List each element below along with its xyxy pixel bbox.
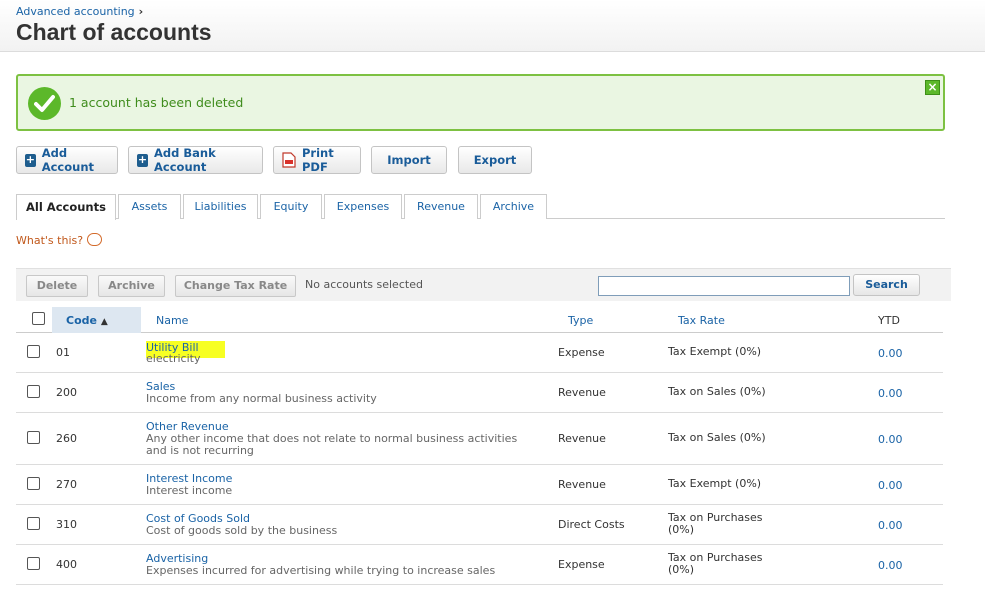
account-type: Revenue: [558, 478, 606, 491]
page-title: Chart of accounts: [16, 19, 212, 45]
table-row: 310 Cost of Goods Sold Cost of goods sol…: [16, 505, 943, 545]
account-ytd-link[interactable]: 0.00: [878, 519, 903, 532]
import-button[interactable]: Import: [371, 146, 447, 174]
row-checkbox[interactable]: [27, 477, 40, 490]
account-ytd-link[interactable]: 0.00: [878, 559, 903, 572]
banner-message: 1 account has been deleted: [69, 95, 244, 110]
row-checkbox[interactable]: [27, 385, 40, 398]
change-tax-rate-button[interactable]: Change Tax Rate: [175, 275, 296, 297]
account-code: 270: [56, 478, 77, 491]
select-all-checkbox[interactable]: [32, 312, 45, 325]
row-checkbox[interactable]: [27, 517, 40, 530]
column-code[interactable]: Code ▲: [66, 314, 108, 327]
checkmark-icon: [28, 87, 61, 120]
action-bar: Delete Archive Change Tax Rate No accoun…: [16, 268, 951, 301]
table-row: 260 Other Revenue Any other income that …: [16, 413, 943, 465]
sort-ascending-icon: ▲: [100, 317, 108, 327]
account-ytd-link[interactable]: 0.00: [878, 433, 903, 446]
account-tax-rate: Tax Exempt (0%): [668, 477, 762, 490]
account-code: 400: [56, 558, 77, 571]
account-tax-rate: Tax on Sales (0%): [668, 431, 766, 444]
selection-status: No accounts selected: [305, 278, 423, 291]
account-type: Expense: [558, 558, 605, 571]
account-ytd-link[interactable]: 0.00: [878, 387, 903, 400]
account-description: Any other income that does not relate to…: [146, 432, 518, 457]
print-pdf-button[interactable]: Print PDF: [273, 146, 361, 174]
account-description: electricity: [146, 352, 201, 365]
account-description: Cost of goods sold by the business: [146, 524, 338, 537]
tab-archive[interactable]: Archive: [480, 194, 547, 219]
tab-all-accounts[interactable]: All Accounts: [16, 194, 116, 220]
speech-bubble-icon: [87, 233, 103, 246]
account-code: 01: [56, 346, 70, 359]
column-name[interactable]: Name: [156, 314, 188, 327]
account-ytd-link[interactable]: 0.00: [878, 479, 903, 492]
breadcrumb-link[interactable]: Advanced accounting: [16, 5, 135, 18]
account-ytd-link[interactable]: 0.00: [878, 347, 903, 360]
export-button[interactable]: Export: [458, 146, 532, 174]
account-code: 260: [56, 432, 77, 445]
success-banner: 1 account has been deleted ×: [16, 74, 945, 131]
whats-this-link[interactable]: What's this?: [16, 231, 103, 247]
plus-icon: +: [25, 152, 36, 167]
account-type: Direct Costs: [558, 518, 625, 531]
column-type[interactable]: Type: [568, 314, 593, 327]
account-description: Expenses incurred for advertising while …: [146, 564, 496, 577]
account-description: Income from any normal business activity: [146, 392, 377, 405]
tab-assets[interactable]: Assets: [118, 194, 181, 219]
column-ytd: YTD: [878, 314, 900, 327]
add-bank-account-button[interactable]: + Add Bank Account: [128, 146, 263, 174]
table-row: 01 Utility Bill electricity Expense Tax …: [16, 333, 943, 373]
column-tax-rate[interactable]: Tax Rate: [678, 314, 725, 327]
delete-button[interactable]: Delete: [26, 275, 88, 297]
table-row: 270 Interest Income Interest income Reve…: [16, 465, 943, 505]
account-code: 200: [56, 386, 77, 399]
account-type: Expense: [558, 346, 605, 359]
account-tax-rate: Tax on Sales (0%): [668, 385, 766, 398]
chevron-right-icon: ›: [138, 5, 144, 18]
account-type: Revenue: [558, 432, 606, 445]
account-tabs: All Accounts Assets Liabilities Equity E…: [16, 194, 945, 220]
plus-icon: +: [137, 152, 149, 167]
close-icon[interactable]: ×: [925, 80, 940, 95]
account-type: Revenue: [558, 386, 606, 399]
pdf-icon: [282, 152, 296, 168]
account-tax-rate: Tax on Purchases (0%): [668, 551, 763, 576]
tab-expenses[interactable]: Expenses: [324, 194, 402, 219]
table-header: Code ▲ Name Type Tax Rate YTD: [16, 307, 943, 333]
search-button[interactable]: Search: [853, 274, 920, 296]
account-tax-rate: Tax on Purchases (0%): [668, 511, 763, 536]
archive-button[interactable]: Archive: [98, 275, 165, 297]
account-code: 310: [56, 518, 77, 531]
breadcrumb[interactable]: Advanced accounting ›: [16, 5, 143, 18]
tab-revenue[interactable]: Revenue: [404, 194, 478, 219]
page-header: Advanced accounting › Chart of accounts: [0, 0, 985, 52]
account-tax-rate: Tax Exempt (0%): [668, 345, 762, 358]
search-input[interactable]: [598, 276, 850, 296]
row-checkbox[interactable]: [27, 557, 40, 570]
row-checkbox[interactable]: [27, 345, 40, 358]
add-account-button[interactable]: + Add Account: [16, 146, 118, 174]
table-row: 400 Advertising Expenses incurred for ad…: [16, 545, 943, 585]
tab-equity[interactable]: Equity: [260, 194, 322, 219]
tab-liabilities[interactable]: Liabilities: [183, 194, 258, 219]
row-checkbox[interactable]: [27, 431, 40, 444]
account-description: Interest income: [146, 484, 233, 497]
table-row: 200 Sales Income from any normal busines…: [16, 373, 943, 413]
